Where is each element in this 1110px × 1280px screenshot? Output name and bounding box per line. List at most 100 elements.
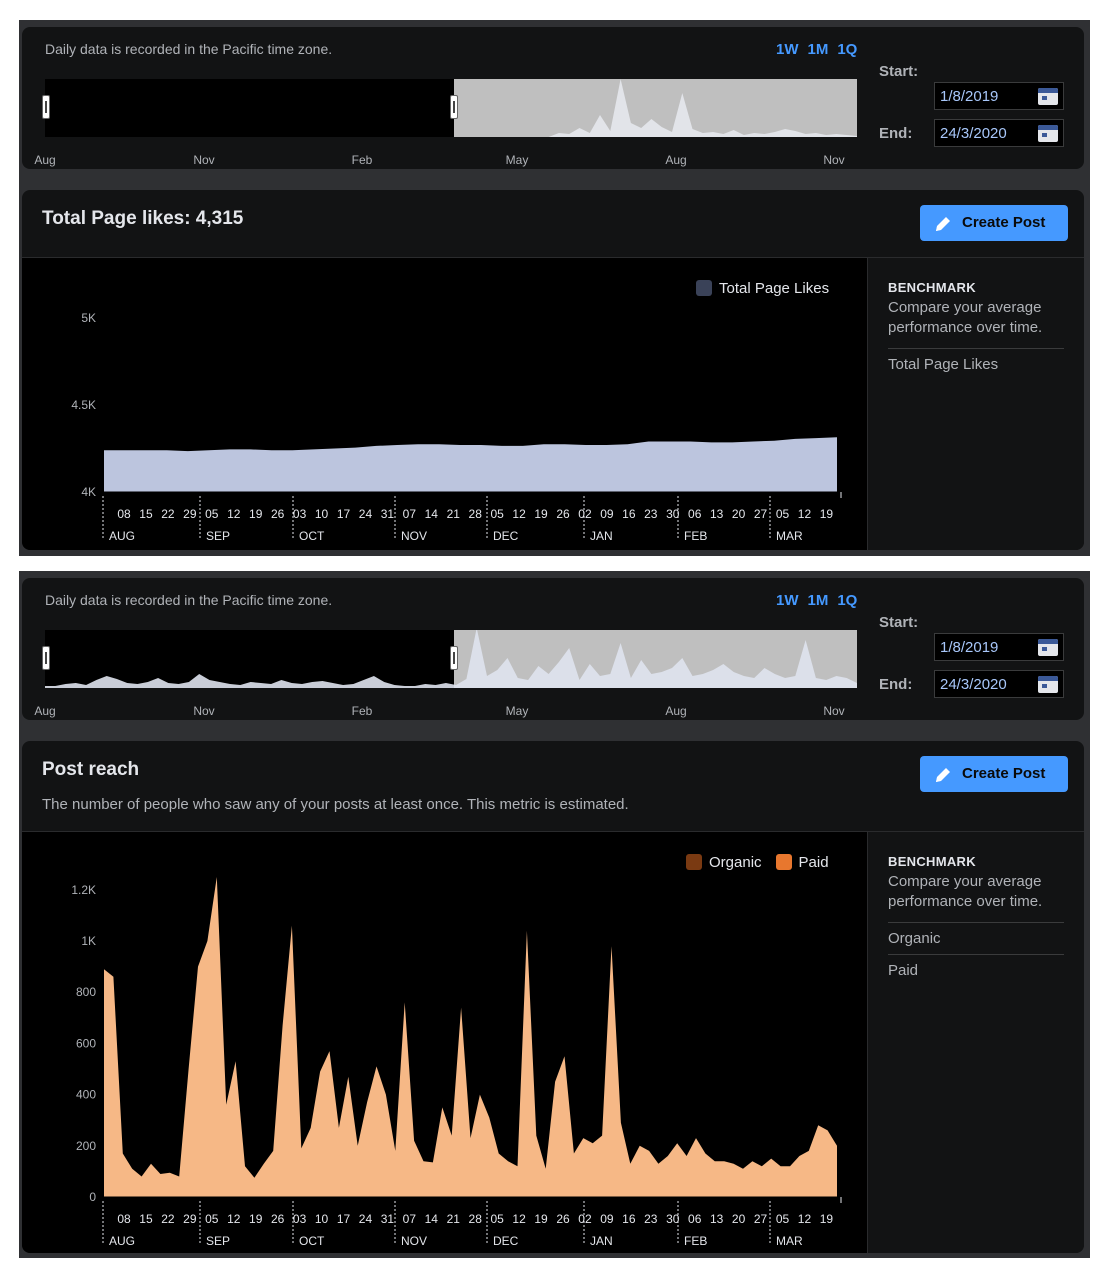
- post-reach-plot: Organic Paid 0 200 400 600 800 1K 1.2K 08 15 22 29 0…: [22, 832, 867, 1253]
- end-label: End:: [879, 125, 913, 142]
- x-tick-label: 10: [315, 507, 329, 521]
- x-tick-label: 17: [337, 507, 351, 521]
- page-likes-chart: 4K 4.5K 5K 08 15 22 29 05 12 19 26 03 10 17 24 31 07 14 21…: [71, 311, 842, 543]
- x-tick-label: 21: [447, 1212, 461, 1226]
- x-tick-label: 07: [403, 1212, 417, 1226]
- divider: [888, 922, 1064, 923]
- pencil-icon: [936, 768, 950, 782]
- x-month-label: JAN: [590, 529, 613, 543]
- x-tick-label: 09: [600, 1212, 614, 1226]
- x-tick-label: 19: [534, 1212, 548, 1226]
- range-end-handle[interactable]: [450, 95, 458, 119]
- range-axis-label: Aug: [665, 153, 687, 167]
- page-likes-plot: Total Page Likes 4K 4.5K 5K 08 15 22 29 05 12 19 2…: [22, 258, 867, 550]
- post-reach-card: Post reach The number of people who saw …: [22, 741, 1084, 1253]
- pencil-icon: [936, 217, 950, 231]
- create-post-button[interactable]: Create Post: [920, 756, 1068, 792]
- range-presets: 1W 1M 1Q: [776, 592, 866, 609]
- legend-item[interactable]: Total Page Likes: [719, 280, 829, 297]
- range-overview-chart[interactable]: [42, 630, 857, 688]
- timezone-note: Daily data is recorded in the Pacific ti…: [45, 41, 333, 57]
- x-month-label: NOV: [401, 529, 427, 543]
- x-tick-label: 03: [293, 1212, 307, 1226]
- benchmark-item-organic[interactable]: Organic: [888, 930, 941, 947]
- range-start-handle[interactable]: [42, 646, 50, 670]
- legend-item-organic[interactable]: Organic: [709, 854, 762, 871]
- start-date-input[interactable]: 1/8/2019: [934, 82, 1064, 110]
- range-end-handle[interactable]: [450, 646, 458, 670]
- x-tick-label: 14: [425, 507, 439, 521]
- range-axis-label: Nov: [193, 153, 215, 167]
- range-start-handle[interactable]: [42, 95, 50, 119]
- chart-legend: Organic Paid: [686, 854, 829, 871]
- x-tick-label: 13: [710, 507, 724, 521]
- start-date-value: 1/8/2019: [940, 88, 999, 105]
- x-tick-label: 05: [490, 1212, 504, 1226]
- x-tick-label: 12: [227, 1212, 241, 1226]
- x-tick-label: 05: [490, 507, 504, 521]
- end-date-input[interactable]: 24/3/2020: [934, 119, 1064, 147]
- preset-1q[interactable]: 1Q: [837, 592, 857, 609]
- x-tick-label: 20: [732, 507, 746, 521]
- preset-1q[interactable]: 1Q: [837, 41, 857, 58]
- end-date-input[interactable]: 24/3/2020: [934, 670, 1064, 698]
- x-tick-label: 19: [534, 507, 548, 521]
- x-tick-label: 15: [139, 507, 153, 521]
- x-tick-label: 06: [688, 507, 702, 521]
- legend-swatch-paid: [775, 854, 792, 870]
- legend-item-paid[interactable]: Paid: [799, 854, 829, 871]
- area-series-total-page-likes[interactable]: [104, 437, 837, 492]
- benchmark-panel: BENCHMARK Compare your average performan…: [867, 258, 1084, 550]
- x-tick-label: 31: [381, 1212, 395, 1226]
- x-tick-label: 14: [425, 1212, 439, 1226]
- x-tick-label: 17: [337, 1212, 351, 1226]
- x-tick-label: 02: [578, 507, 592, 521]
- y-tick-label: 1K: [81, 934, 96, 948]
- start-date-value: 1/8/2019: [940, 639, 999, 656]
- x-tick-label: 23: [644, 1212, 658, 1226]
- x-tick-label: 03: [293, 507, 307, 521]
- start-label: Start:: [879, 614, 919, 631]
- range-axis: Aug Nov Feb May Aug Nov: [34, 704, 875, 718]
- x-tick-label: 06: [688, 1212, 702, 1226]
- x-tick-label: 19: [820, 507, 834, 521]
- x-month-label: AUG: [109, 529, 135, 543]
- y-tick-label: 5K: [81, 311, 96, 325]
- preset-1w[interactable]: 1W: [776, 592, 799, 609]
- x-tick-label: 22: [161, 1212, 175, 1226]
- benchmark-item-paid[interactable]: Paid: [888, 962, 918, 979]
- preset-1w[interactable]: 1W: [776, 41, 799, 58]
- start-date-input[interactable]: 1/8/2019: [934, 633, 1064, 661]
- benchmark-item[interactable]: Total Page Likes: [888, 356, 998, 373]
- x-month-label: SEP: [206, 1234, 230, 1248]
- x-tick-label: 29: [183, 1212, 197, 1226]
- benchmark-heading: BENCHMARK: [888, 280, 976, 295]
- x-month-label: DEC: [493, 1234, 519, 1248]
- calendar-icon[interactable]: [1038, 676, 1058, 693]
- benchmark-heading: BENCHMARK: [888, 854, 976, 869]
- x-tick-label: 19: [820, 1212, 834, 1226]
- area-series-paid[interactable]: [104, 877, 837, 1197]
- range-overview-chart[interactable]: [42, 79, 857, 137]
- calendar-icon[interactable]: [1038, 125, 1058, 142]
- preset-1m[interactable]: 1M: [808, 592, 829, 609]
- calendar-icon[interactable]: [1038, 88, 1058, 105]
- page-likes-card: Total Page likes: 4,315 Create Post Tota…: [22, 190, 1084, 550]
- date-range-bar: Daily data is recorded in the Pacific ti…: [22, 27, 1084, 169]
- x-tick-label: 05: [776, 507, 790, 521]
- x-tick-label: 12: [798, 507, 812, 521]
- x-tick-label: 27: [754, 507, 768, 521]
- range-axis-label: Aug: [34, 153, 56, 167]
- x-tick-label: 23: [644, 507, 658, 521]
- x-tick-label: 19: [249, 507, 263, 521]
- x-tick-label: 05: [205, 1212, 219, 1226]
- x-tick-label: 12: [227, 507, 241, 521]
- x-month-label: MAR: [776, 1234, 803, 1248]
- range-axis-label: Aug: [665, 704, 687, 718]
- x-tick-label: 13: [710, 1212, 724, 1226]
- calendar-icon[interactable]: [1038, 639, 1058, 656]
- preset-1m[interactable]: 1M: [808, 41, 829, 58]
- range-axis-label: Nov: [823, 153, 845, 167]
- create-post-button[interactable]: Create Post: [920, 205, 1068, 241]
- x-tick-label: 26: [556, 1212, 570, 1226]
